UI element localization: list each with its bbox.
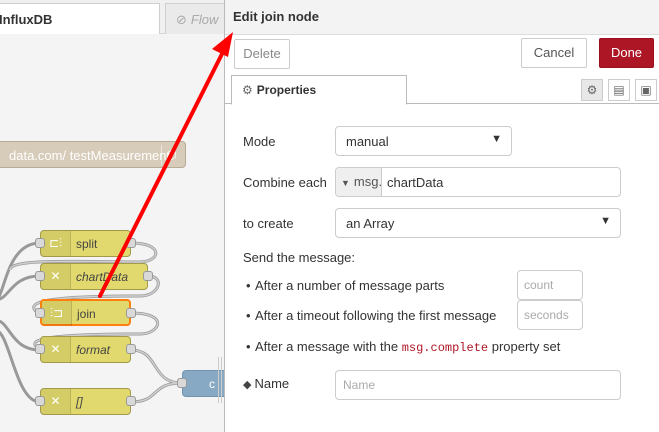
combine-value: chartData xyxy=(387,175,444,190)
input-port[interactable] xyxy=(177,378,187,388)
output-port[interactable] xyxy=(126,344,136,354)
output-port[interactable] xyxy=(143,271,153,281)
tab-properties-label: Properties xyxy=(256,83,317,97)
mqtt-node-label: data.com/ testMeasurement xyxy=(9,148,171,163)
input-port[interactable] xyxy=(35,308,45,318)
node-format[interactable]: ✕ format xyxy=(40,336,131,363)
function-icon: ✕ xyxy=(41,264,71,289)
input-port[interactable] xyxy=(35,396,45,406)
tab-properties[interactable]: ⚙ Properties xyxy=(231,75,407,105)
name-label-text: Name xyxy=(254,376,290,391)
node-array[interactable]: ✕ [] xyxy=(40,388,131,415)
bullet-message-parts-text: After a number of message parts xyxy=(255,278,445,293)
edit-tray: Edit join node Delete Cancel Done ⚙ Prope… xyxy=(224,0,659,432)
type-value: msg. xyxy=(353,174,383,189)
node-split[interactable]: ⊏⫶ split xyxy=(40,230,131,257)
create-select[interactable]: an Array ▼ xyxy=(335,208,621,238)
create-label: to create xyxy=(243,216,294,231)
type-selector[interactable]: ▼ msg. xyxy=(336,168,382,196)
chevron-down-icon: ▼ xyxy=(491,133,502,145)
output-port[interactable] xyxy=(126,308,136,318)
output-port[interactable] xyxy=(126,396,136,406)
chevron-down-icon: ▼ xyxy=(600,215,611,227)
tray-resize-handle[interactable] xyxy=(218,357,222,403)
delete-button[interactable]: Delete xyxy=(234,39,290,69)
bullet-timeout: After a timeout following the first mess… xyxy=(246,308,497,323)
node-split-label: split xyxy=(76,237,98,251)
mode-select[interactable]: manual ▼ xyxy=(335,126,512,156)
send-message-label: Send the message: xyxy=(243,250,356,265)
bullet-complete-text-after: property set xyxy=(488,339,561,354)
node-format-label: format xyxy=(76,343,111,357)
flow-canvas[interactable]: InfluxDB ⊘ Flow data.com/ testMeasurement xyxy=(0,0,224,432)
tab-settings-icon[interactable]: ⚙ xyxy=(581,79,603,101)
gear-icon: ⚙ xyxy=(242,83,253,97)
bullet-timeout-text: After a timeout following the first mess… xyxy=(255,308,497,323)
input-port[interactable] xyxy=(35,271,45,281)
wire xyxy=(0,241,41,298)
flow-wires xyxy=(0,241,183,404)
split-icon: ⊏⫶ xyxy=(41,231,71,256)
node-array-label: [] xyxy=(76,395,83,409)
link-node-label: c xyxy=(209,377,215,391)
name-input[interactable]: Name xyxy=(335,370,621,400)
combine-property-input[interactable]: ▼ msg. chartData xyxy=(335,167,621,197)
tray-tabs: ⚙ Properties ⚙ ▤ ▣ xyxy=(225,75,659,105)
output-port[interactable] xyxy=(126,238,136,248)
tab-description-icon[interactable]: ▤ xyxy=(608,79,630,101)
input-port[interactable] xyxy=(35,238,45,248)
function-icon: ✕ xyxy=(41,389,71,414)
bullet-complete-text-before: After a message with the xyxy=(255,339,402,354)
node-join[interactable]: ⫶⊐ join xyxy=(40,299,131,326)
msg-complete-code: msg.complete xyxy=(401,341,489,355)
mode-label: Mode xyxy=(243,134,276,149)
wire xyxy=(0,330,41,404)
tab-appearance-icon[interactable]: ▣ xyxy=(635,79,657,101)
tray-header: Edit join node xyxy=(225,0,659,35)
connection-status-icon: ⬡ xyxy=(161,145,181,165)
bullet-complete: After a message with the msg.complete pr… xyxy=(246,339,561,355)
node-join-label: join xyxy=(77,307,96,321)
caret-down-icon: ▼ xyxy=(341,178,350,188)
name-label: ◆ Name xyxy=(243,376,289,391)
seconds-input[interactable]: seconds xyxy=(517,300,583,330)
wire xyxy=(130,348,183,385)
mode-value: manual xyxy=(346,134,389,149)
bullet-message-parts: After a number of message parts xyxy=(246,278,445,293)
join-icon: ⫶⊐ xyxy=(42,301,72,326)
cancel-button[interactable]: Cancel xyxy=(521,38,587,68)
function-icon: ✕ xyxy=(41,337,71,362)
mqtt-in-node[interactable]: data.com/ testMeasurement ⬡ xyxy=(0,141,186,168)
input-port[interactable] xyxy=(35,344,45,354)
tray-title: Edit join node xyxy=(233,9,319,24)
node-chartdata[interactable]: ✕ chartData xyxy=(40,263,148,290)
create-value: an Array xyxy=(346,216,395,231)
count-input[interactable]: count xyxy=(517,270,583,300)
tag-icon: ◆ xyxy=(243,379,252,391)
wire xyxy=(130,381,183,404)
combine-label: Combine each xyxy=(243,175,327,190)
done-button[interactable]: Done xyxy=(599,38,654,68)
node-chartdata-label: chartData xyxy=(76,270,129,284)
